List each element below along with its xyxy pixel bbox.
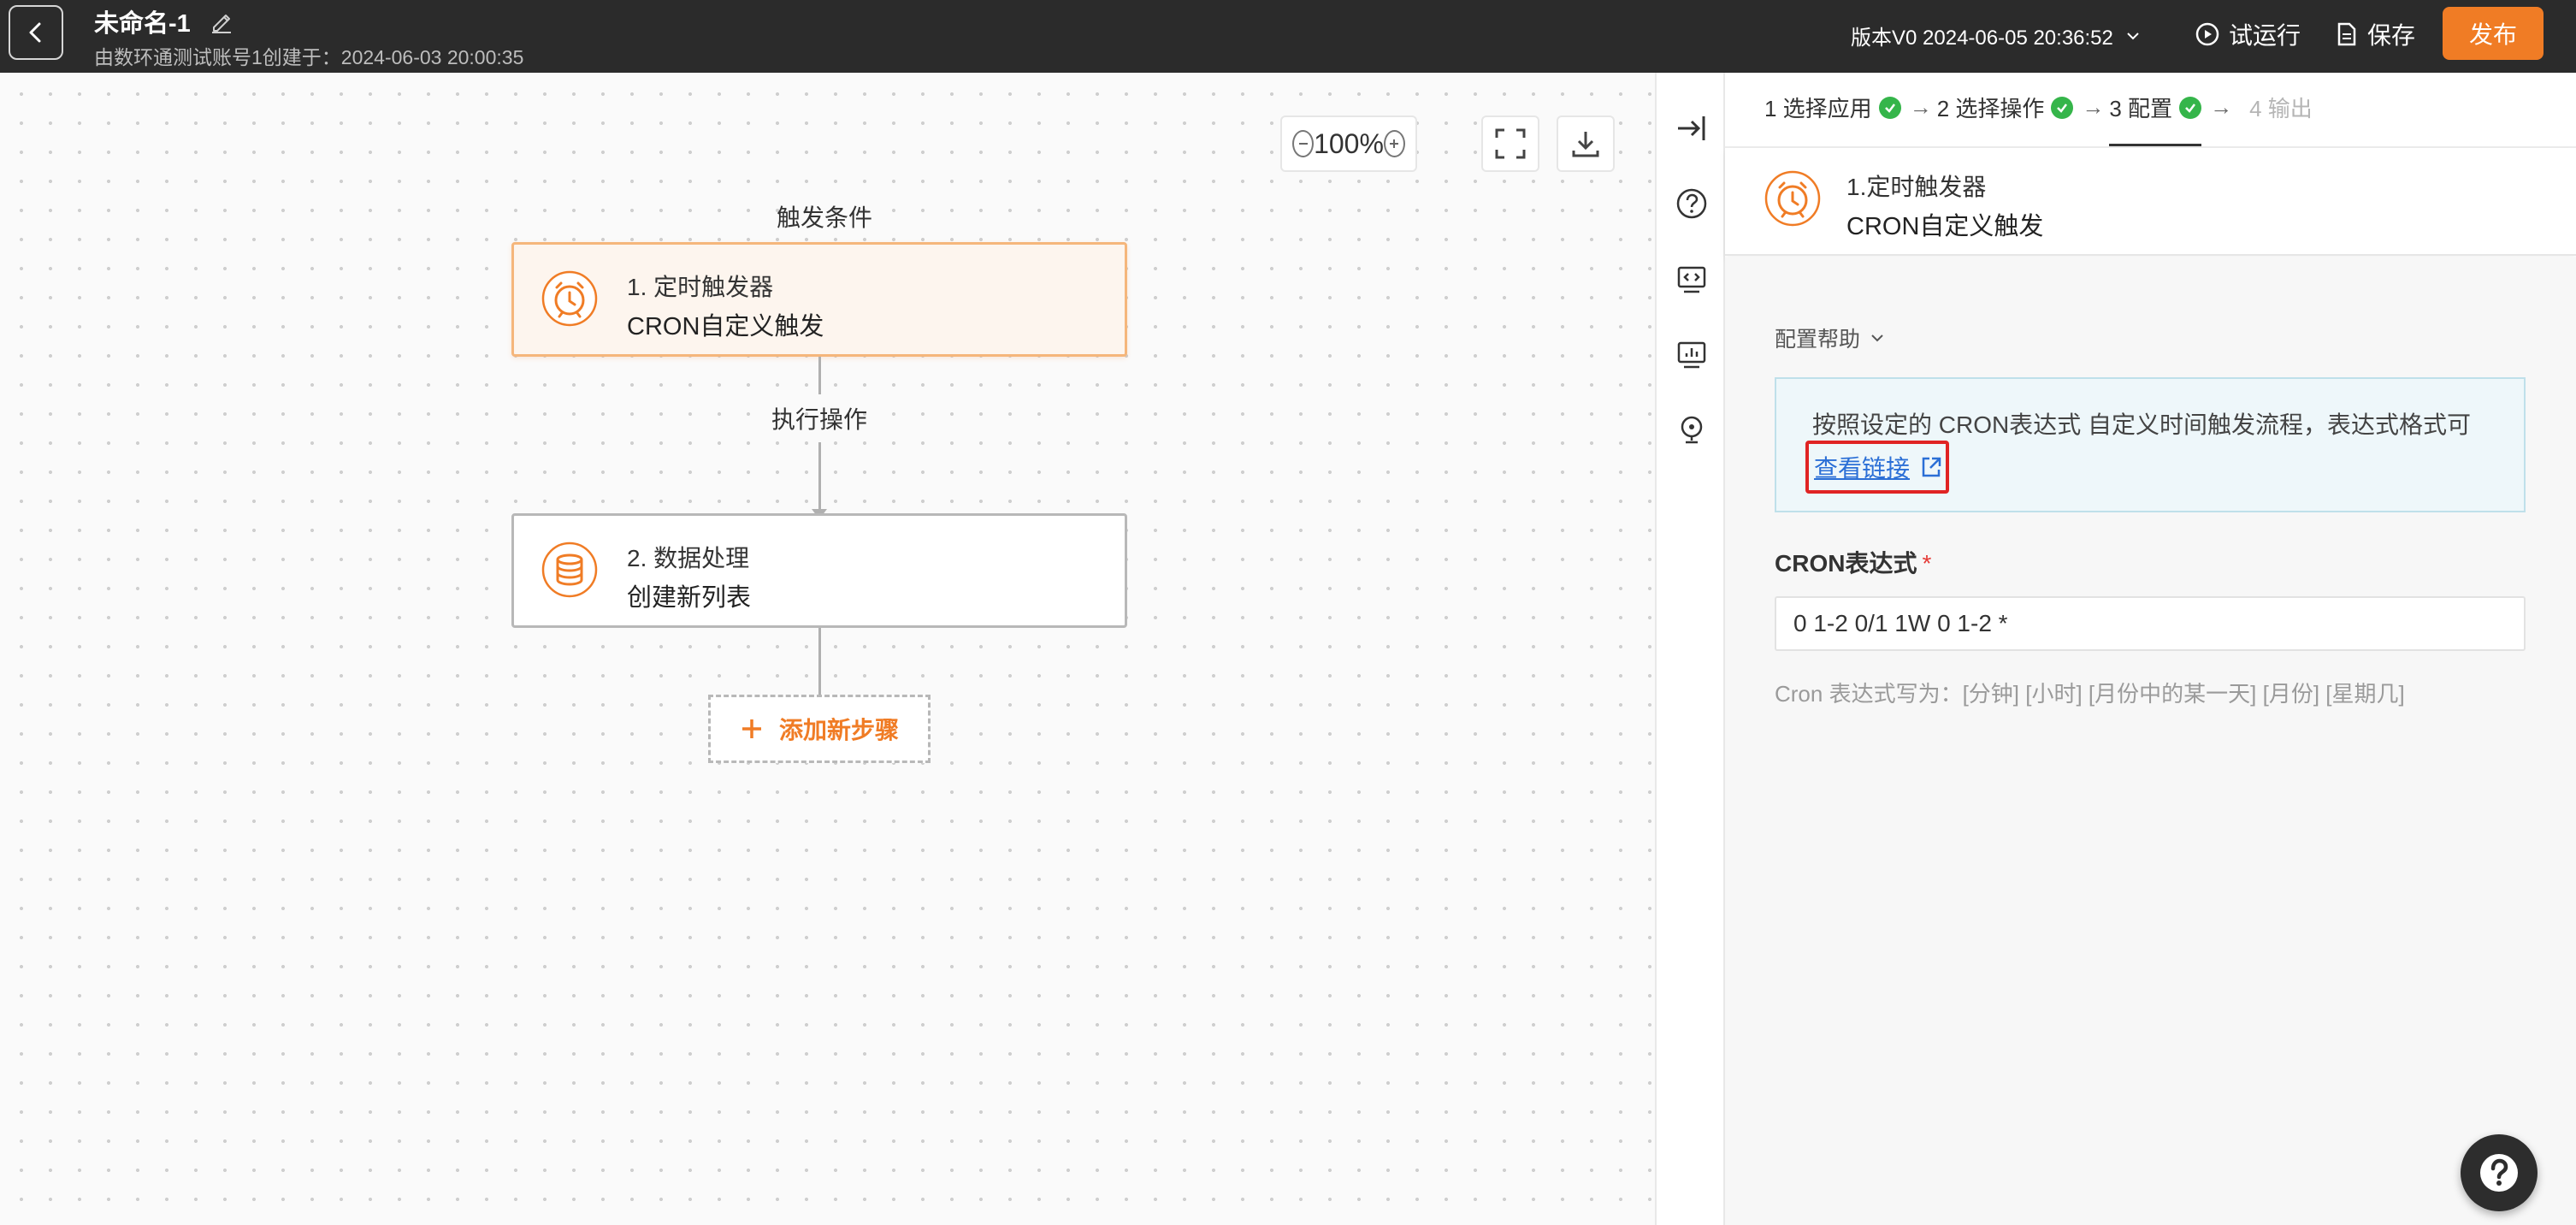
arrow-right-icon: →	[1909, 94, 1932, 120]
step-tabs: 1 选择应用 → 2 选择操作 → 3 配置 → 4 输出	[1764, 92, 2313, 147]
help-button[interactable]	[1674, 186, 1710, 222]
edit-pencil-icon[interactable]	[209, 9, 234, 34]
document-icon	[2337, 22, 2356, 46]
flow-title: 未命名-1	[94, 10, 191, 38]
action-node[interactable]: 2. 数据处理 创建新列表	[511, 513, 1127, 628]
config-panel: 1 选择应用 → 2 选择操作 → 3 配置 → 4 输出 1.定时触发器 CR…	[1725, 73, 2576, 1225]
cron-label-text: CRON表达式	[1775, 550, 1917, 577]
help-icon	[2480, 1154, 2518, 1192]
code-button[interactable]	[1674, 261, 1710, 297]
plus-icon	[1390, 139, 1399, 148]
flow-canvas[interactable]: 100% 触发条件 1. 定时触发器 CRON自定义触发 执行操作 2. 数据处…	[0, 73, 1655, 1225]
back-button[interactable]	[9, 5, 63, 60]
play-circle-icon	[2195, 22, 2219, 46]
top-bar: 未命名-1 由数环通测试账号1创建于：2024-06-03 20:00:35 版…	[0, 0, 2576, 73]
tips-button[interactable]	[1674, 411, 1710, 447]
version-label: 版本V0 2024-06-05 20:36:52	[1851, 27, 2113, 50]
app-title: 1.定时触发器	[1846, 174, 1987, 200]
view-link[interactable]: 查看链接	[1814, 450, 1910, 484]
arrow-right-icon: →	[2082, 94, 2105, 120]
tab-configure[interactable]: 3 配置	[2109, 92, 2202, 147]
view-link-highlight: 查看链接	[1805, 441, 1949, 494]
check-circle-icon	[1878, 96, 1901, 119]
flow-subtitle: 由数环通测试账号1创建于：2024-06-03 20:00:35	[94, 46, 524, 68]
external-link-icon[interactable]	[1918, 454, 1944, 480]
side-tool-strip	[1655, 73, 1725, 1225]
cron-field-label: CRON表达式 *	[1775, 545, 1931, 579]
add-step-button[interactable]: 添加新步骤	[708, 695, 931, 763]
chevron-down-icon	[2127, 32, 2139, 39]
selected-app-header: 1.定时触发器 CRON自定义触发	[1725, 148, 2576, 256]
monitor-button[interactable]	[1674, 336, 1710, 372]
app-subtitle: CRON自定义触发	[1846, 213, 2044, 240]
required-marker: *	[1922, 550, 1932, 577]
chevron-left-icon	[29, 22, 41, 43]
lightbulb-icon	[1681, 416, 1703, 444]
cron-expression-input[interactable]	[1775, 596, 2526, 651]
action-node-title: 2. 数据处理	[627, 545, 750, 571]
fullscreen-button[interactable]	[1481, 115, 1539, 172]
connector-line	[818, 628, 821, 695]
config-help-label: 配置帮助	[1775, 328, 1861, 352]
arrow-right-icon: →	[2210, 94, 2233, 120]
version-selector[interactable]: 版本V0 2024-06-05 20:36:52	[1851, 21, 2142, 50]
test-run-button[interactable]: 试运行	[2195, 17, 2301, 51]
connector-line	[818, 357, 821, 394]
tab-select-action[interactable]: 2 选择操作	[1937, 92, 2074, 123]
collapse-panel-button[interactable]	[1674, 110, 1710, 146]
trigger-node-subtitle: CRON自定义触发	[627, 313, 824, 340]
step-label: 4 输出	[2249, 96, 2313, 121]
code-icon	[1677, 266, 1706, 293]
save-button[interactable]: 保存	[2335, 17, 2415, 51]
trigger-section-label: 触发条件	[777, 204, 873, 231]
config-help-box: 按照设定的 CRON表达式 自定义时间触发流程，表达式格式可 查看链接	[1775, 377, 2526, 512]
chevron-down-icon	[1871, 334, 1883, 342]
help-icon	[1676, 188, 1707, 219]
zoom-out-button[interactable]	[1292, 130, 1315, 157]
trigger-node-title: 1. 定时触发器	[627, 274, 774, 300]
save-label: 保存	[2367, 22, 2416, 49]
zoom-in-button[interactable]	[1383, 130, 1405, 157]
download-button[interactable]	[1557, 115, 1615, 172]
floating-help-button[interactable]	[2461, 1134, 2538, 1211]
collapse-panel-icon	[1678, 116, 1705, 140]
action-node-subtitle: 创建新列表	[627, 584, 752, 612]
config-form: 配置帮助 按照设定的 CRON表达式 自定义时间触发流程，表达式格式可 查看链接…	[1725, 257, 2576, 1225]
tab-select-app[interactable]: 1 选择应用	[1764, 92, 1901, 123]
monitor-icon	[1677, 341, 1706, 369]
download-icon	[1572, 132, 1599, 157]
zoom-level: 100%	[1314, 127, 1384, 159]
tab-output[interactable]: 4 输出	[2249, 92, 2313, 123]
step-label: 3 配置	[2109, 96, 2173, 121]
fullscreen-icon	[1495, 128, 1526, 159]
config-help-toggle[interactable]: 配置帮助	[1775, 323, 1886, 353]
connector-line	[818, 442, 821, 511]
step-label: 2 选择操作	[1936, 96, 2045, 121]
step-label: 1 选择应用	[1764, 96, 1872, 121]
test-run-label: 试运行	[2229, 22, 2301, 49]
plus-icon	[741, 719, 761, 738]
check-circle-icon	[2179, 96, 2202, 119]
cron-hint: Cron 表达式写为：[分钟] [小时] [月份中的某一天] [月份] [星期几…	[1775, 681, 2405, 707]
minus-icon	[1298, 143, 1308, 145]
add-step-label: 添加新步骤	[778, 717, 899, 743]
zoom-control: 100%	[1280, 115, 1417, 172]
action-section-label: 执行操作	[771, 406, 868, 433]
database-icon	[541, 541, 598, 598]
check-circle-icon	[2051, 96, 2074, 119]
help-text: 按照设定的 CRON表达式 自定义时间触发流程，表达式格式可	[1812, 411, 2472, 438]
alarm-clock-icon	[541, 270, 598, 327]
trigger-node[interactable]: 1. 定时触发器 CRON自定义触发	[511, 242, 1127, 357]
alarm-clock-icon	[1764, 170, 1821, 227]
publish-button[interactable]: 发布	[2443, 7, 2544, 60]
